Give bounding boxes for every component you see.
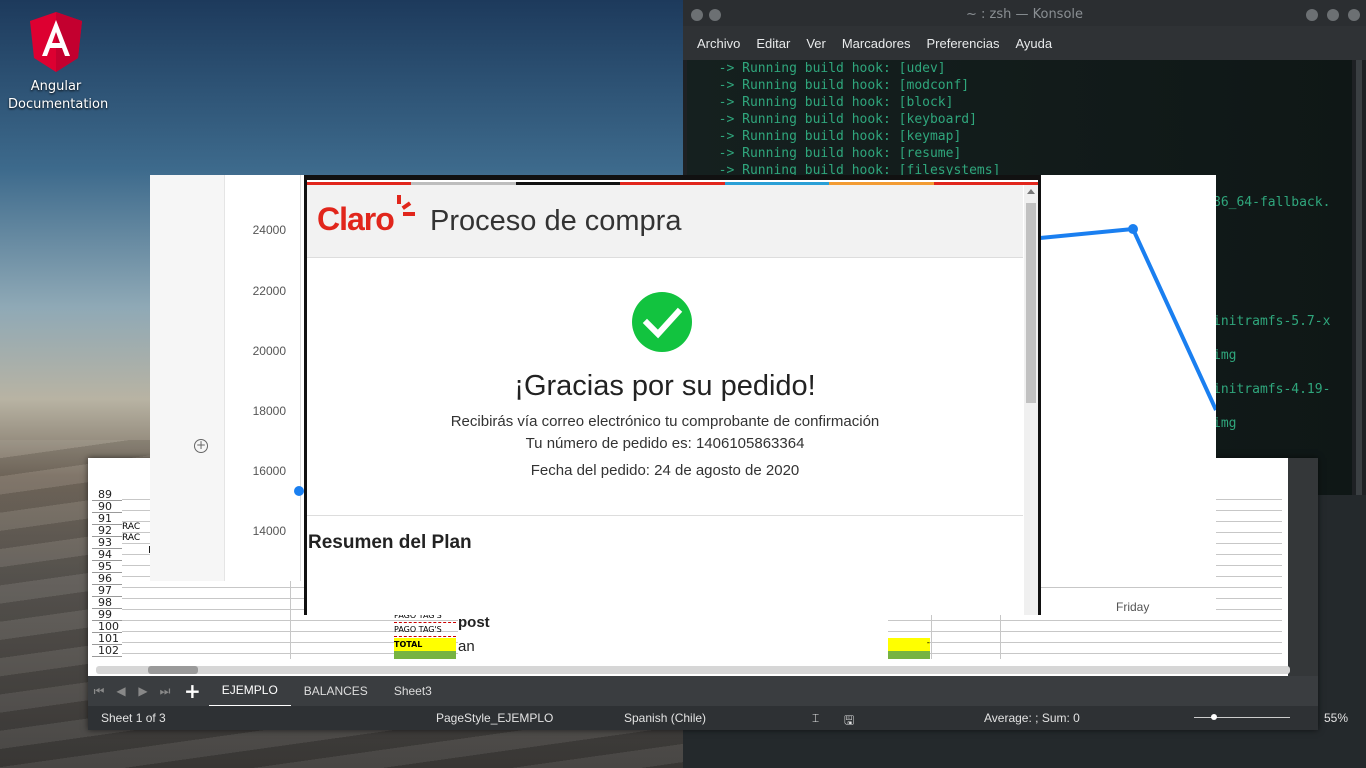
angular-shield-icon [28,10,84,74]
plan-summary-heading: Resumen del Plan [308,532,472,553]
terminal-line-fragment: img [1213,348,1237,363]
y-tick-label: 20000 [252,344,286,358]
horizontal-scrollbar[interactable] [96,666,1290,674]
chart-x-axis-area: Friday [1040,590,1216,614]
dialog-header: Claro Proceso de compra [307,185,1023,258]
cell-total-value[interactable]: - [888,638,930,651]
terminal-line: -> Running build hook: [keymap] [703,129,962,144]
terminal-line-fragment: initramfs-5.7-x [1213,314,1331,329]
konsole-titlebar[interactable]: ~ : zsh — Konsole [683,0,1366,26]
horizontal-scrollbar-thumb[interactable] [148,666,198,674]
y-tick-label: 24000 [252,223,286,237]
dialog-scrollbar[interactable] [1024,185,1038,615]
terminal-line: -> Running build hook: [modconf] [703,78,970,93]
claro-logo-rays-icon [397,195,415,216]
background-heading-fragment: post [458,614,490,631]
success-check-icon [632,292,692,352]
desktop-icon-label-line1: Angular [30,79,82,94]
x-tick-label-friday: Friday [1116,600,1150,614]
cell-green-value[interactable] [888,651,930,659]
zoom-slider-knob[interactable] [1211,714,1217,720]
menu-marcadores[interactable]: Marcadores [834,36,919,51]
cell-rac[interactable]: RAC [122,533,140,543]
y-tick-label: 18000 [252,404,286,418]
konsole-close-icon[interactable] [1348,9,1360,21]
y-tick-label: 22000 [252,284,286,298]
cell-total[interactable]: TOTAL [394,638,456,651]
terminal-line-fragment: initramfs-4.19- [1213,382,1331,397]
status-summary[interactable]: Average: ; Sum: 0 [984,711,1080,725]
cell-green-fill[interactable] [394,651,456,659]
tab-ejemplo[interactable]: EJEMPLO [208,675,291,707]
order-date-text: Fecha del pedido: 24 de agosto de 2020 [530,462,800,479]
page-title: Proceso de compra [430,205,682,237]
claro-logo: Claro [317,195,415,238]
order-number-text: Tu número de pedido es: 1406105863364 [525,435,805,452]
next-sheet-icon[interactable]: ▶ [132,684,154,698]
claro-logo-text: Claro [317,201,395,237]
row-headers: 89 90 91 92 93 94 95 96 97 98 99 100 101… [92,489,122,657]
status-page-style[interactable]: PageStyle_EJEMPLO [436,711,553,725]
status-language[interactable]: Spanish (Chile) [624,711,706,725]
chart-y-axis [300,175,301,581]
cell-rac[interactable]: RAC [122,522,140,532]
cell-pago-tags[interactable]: PAGO TAG'S [394,624,456,637]
konsole-app-icon [691,9,703,21]
status-sheet: Sheet 1 of 3 [101,711,166,725]
terminal-line: -> Running build hook: [block] [703,95,954,110]
konsole-title: ~ : zsh — Konsole [965,7,1084,22]
last-sheet-icon[interactable]: ⏭ [154,684,176,699]
chart-line-series [1040,224,1216,411]
chart-data-point [1128,224,1138,234]
purchase-confirmation-content: Claro Proceso de compra ¡Gracias por su … [307,180,1038,615]
add-sheet-icon[interactable]: + [184,679,201,703]
background-text-fragment: an [458,638,475,655]
menu-archivo[interactable]: Archivo [689,36,748,51]
zoom-slider[interactable] [1194,717,1290,718]
y-tick-label: 16000 [252,464,286,478]
calc-sidebar [1288,458,1318,708]
chart-left-pane: + [150,175,225,581]
menu-preferencias[interactable]: Preferencias [918,36,1007,51]
terminal-line: -> Running build hook: [resume] [703,146,962,161]
desktop-icon-label-line2: Documentation [8,97,109,112]
tab-balances[interactable]: BALANCES [291,676,381,706]
konsole-minimize-icon[interactable] [1306,9,1318,21]
angular-documentation-desktop-icon[interactable]: Angular Documentation [8,10,109,114]
menu-editar[interactable]: Editar [748,36,798,51]
purchase-confirmation-window: Claro Proceso de compra ¡Gracias por su … [304,175,1041,615]
first-sheet-icon[interactable]: ⏮ [88,684,110,699]
scroll-up-icon[interactable] [1027,189,1035,194]
status-bar: Sheet 1 of 3 PageStyle_EJEMPLO Spanish (… [88,706,1348,732]
konsole-menubar: Archivo Editar Ver Marcadores Preferenci… [683,26,1366,60]
terminal-line-fragment: 86_64-fallback. [1213,195,1331,210]
row-number[interactable]: 102 [92,645,122,657]
konsole-pin-icon[interactable] [709,9,721,21]
sheet-tabs-bar: ⏮ ◀ ▶ ⏭ + EJEMPLO BALANCES Sheet3 [88,675,1318,707]
terminal-line: -> Running build hook: [keyboard] [703,112,977,127]
thanks-heading: ¡Gracias por su pedido! [514,370,816,402]
section-divider [307,515,1023,516]
prev-sheet-icon[interactable]: ◀ [110,684,132,698]
add-circle-icon[interactable]: + [194,439,208,453]
selection-mode-icon[interactable]: ⌶ [812,711,819,726]
dialog-scrollbar-thumb[interactable] [1026,203,1036,403]
terminal-line: -> Running build hook: [udev] [703,61,946,76]
confirmation-email-text: Recibirás vía correo electrónico tu comp… [450,413,880,430]
tab-sheet3[interactable]: Sheet3 [381,676,445,706]
terminal-line-fragment: img [1213,416,1237,431]
konsole-maximize-icon[interactable] [1327,9,1339,21]
terminal-scrollbar[interactable] [1356,60,1362,495]
background-page-content: post an [458,614,888,664]
status-zoom[interactable]: 55% [1324,711,1348,725]
menu-ver[interactable]: Ver [798,36,834,51]
save-status-icon[interactable]: 🖫 [844,711,854,732]
y-tick-label: 14000 [252,524,286,538]
menu-ayuda[interactable]: Ayuda [1007,36,1060,51]
